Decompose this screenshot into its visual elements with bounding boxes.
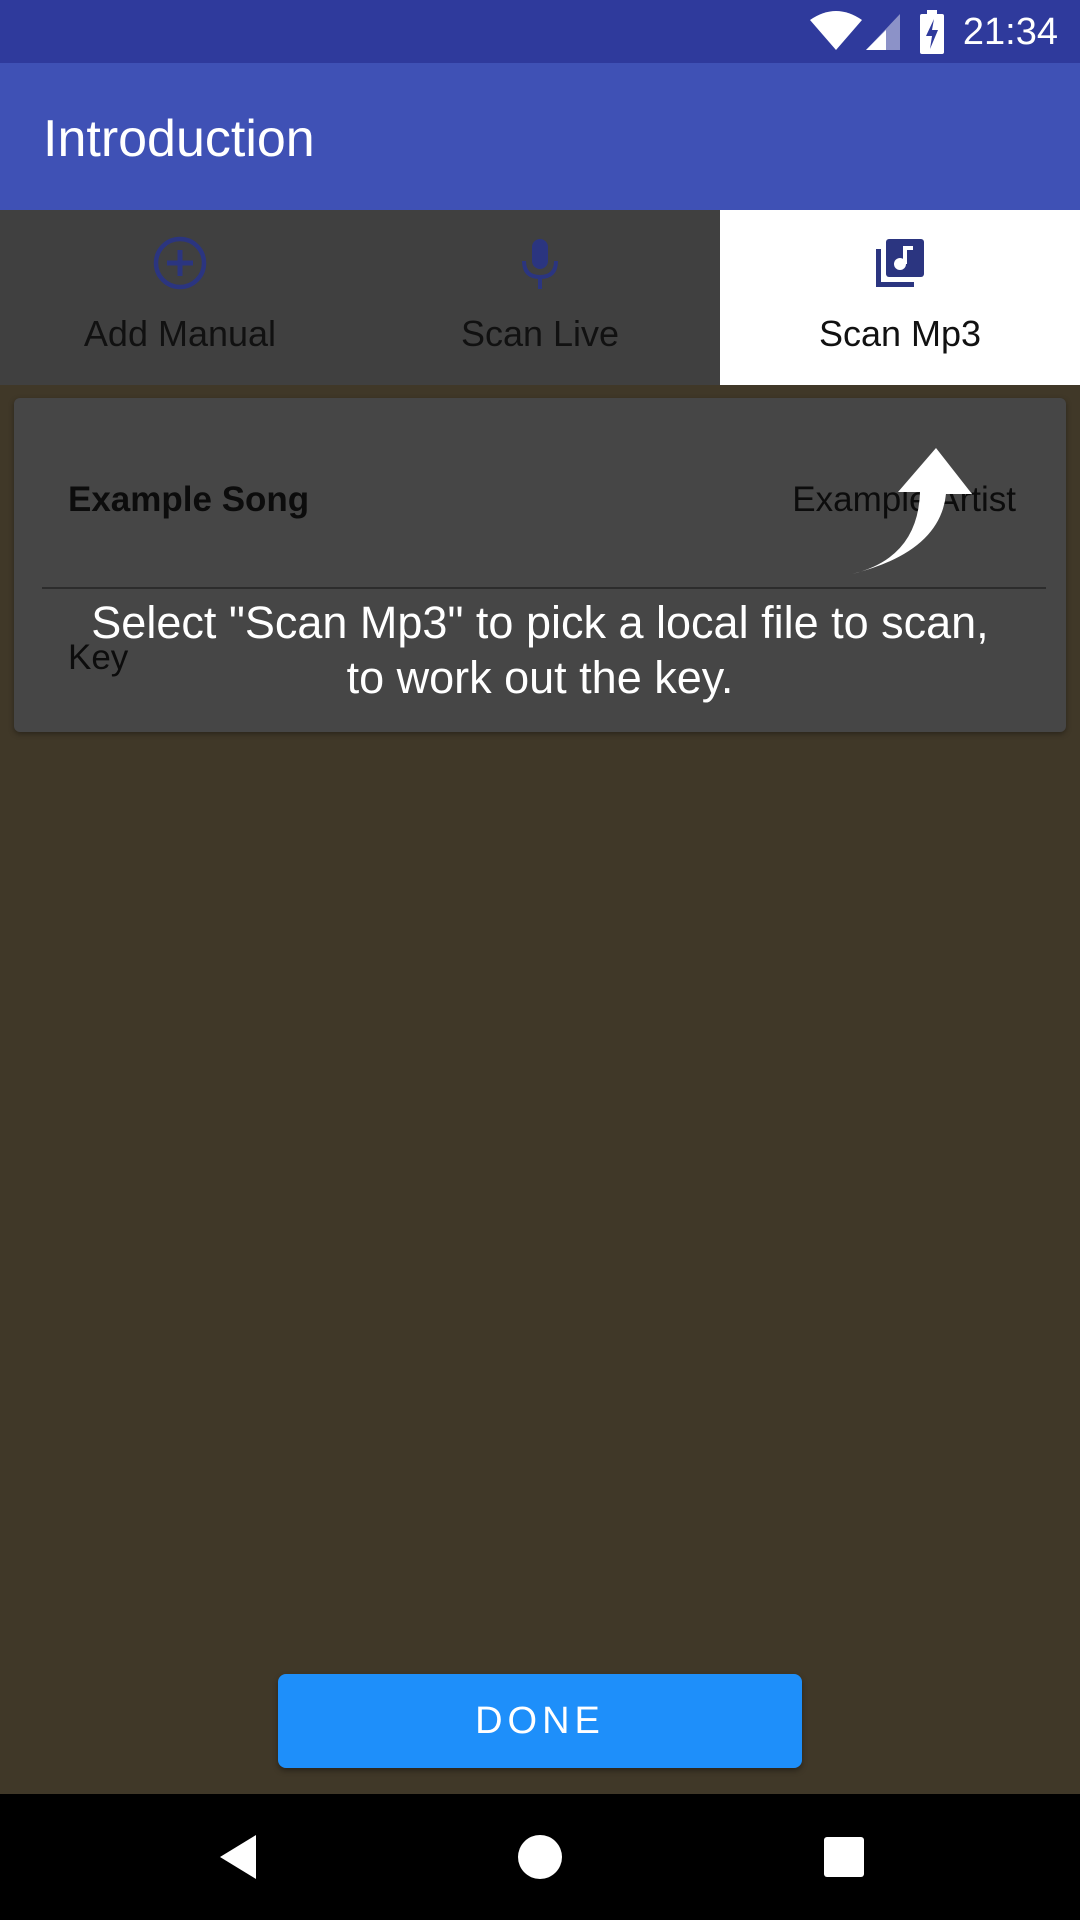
curved-arrow-icon <box>852 448 972 574</box>
tab-scan-mp3[interactable]: Scan Mp3 <box>720 210 1080 385</box>
music-library-icon <box>876 239 924 287</box>
tab-label: Scan Live <box>460 313 620 354</box>
song-title: Example Song <box>68 480 310 519</box>
status-time: 21:34 <box>962 11 1058 53</box>
wifi-icon <box>810 11 862 50</box>
page-title: Introduction <box>43 110 315 168</box>
tab-bar: Add Manual Scan Live Scan Mp3 <box>0 210 1080 385</box>
microphone-icon <box>522 239 558 289</box>
tip-text: Select "Scan Mp3" to pick a local file t… <box>91 597 989 703</box>
tab-label: Add Manual <box>83 313 277 354</box>
home-icon[interactable] <box>510 1827 570 1887</box>
recents-icon[interactable] <box>814 1827 874 1887</box>
app-bar: Introduction <box>0 63 1080 210</box>
screen: 21:34 Introduction Add Manual Scan Live <box>0 0 1080 1920</box>
card-divider <box>42 587 1046 589</box>
done-button[interactable]: DONE <box>278 1674 802 1768</box>
status-bar: 21:34 <box>0 0 1080 63</box>
tab-label: Scan Mp3 <box>818 313 982 354</box>
add-circle-icon <box>153 236 207 290</box>
cell-signal-icon <box>866 14 900 50</box>
tab-add-manual[interactable]: Add Manual <box>0 210 360 385</box>
battery-charging-icon <box>920 10 944 54</box>
nav-bar <box>0 1794 1080 1920</box>
back-icon[interactable] <box>210 1827 270 1887</box>
tab-scan-live[interactable]: Scan Live <box>360 210 720 385</box>
